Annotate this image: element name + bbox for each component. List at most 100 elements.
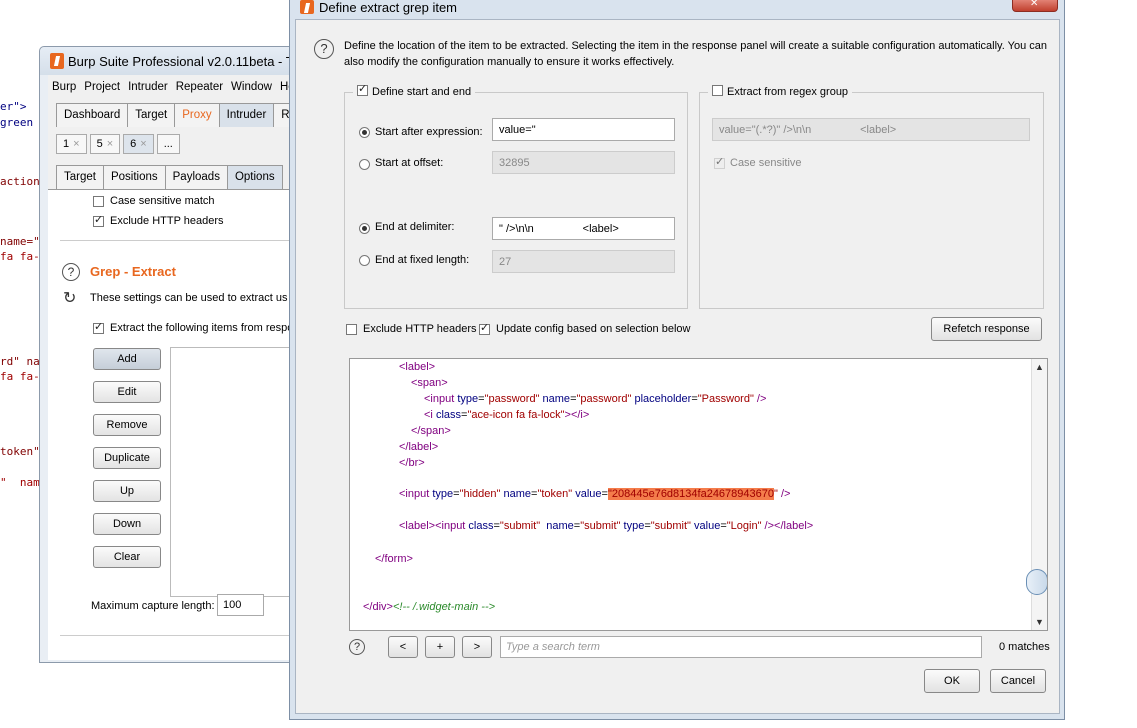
code-line: action [0,175,40,188]
start-offset-input[interactable]: 32895 [492,151,675,174]
search-add-button[interactable]: + [425,636,455,658]
menu-window[interactable]: Window [227,77,276,97]
regex-input[interactable]: value="(.*?)" />\n\n <label> [712,118,1030,141]
exclude-headers-checkbox[interactable] [93,213,104,227]
close-icon[interactable]: × [107,138,113,150]
start-offset-radio[interactable] [359,159,370,170]
selected-token[interactable]: "208445e76d8134fa24678943670 [607,488,774,500]
update-config-label: Update config based on selection below [496,323,691,335]
extract-items-label: Extract the following items from respo [110,322,294,334]
end-delimiter-radio[interactable] [359,223,370,234]
start-after-radio[interactable] [359,127,370,138]
vertical-scrollbar[interactable]: ▲ ▼ [1026,359,1047,630]
regex-case-sensitive-label: Case sensitive [730,157,802,169]
update-config-checkbox[interactable] [479,321,490,335]
code-line: </label> [399,441,439,453]
tab-target[interactable]: Target [127,103,176,127]
burp-logo-icon [50,53,64,69]
code-line: <label><input class="submit" name="submi… [399,520,814,532]
end-fixed-length-radio[interactable] [359,255,370,266]
tab-proxy[interactable]: Proxy [174,103,220,127]
code-line: </form> [375,553,413,565]
search-next-button[interactable]: > [462,636,492,658]
tab-options[interactable]: Options [226,165,283,189]
scroll-thumb[interactable] [1026,569,1047,595]
edit-button[interactable]: Edit [93,381,161,403]
menu-intruder[interactable]: Intruder [124,77,172,97]
menu-repeater[interactable]: Repeater [172,77,227,97]
remove-button[interactable]: Remove [93,414,161,436]
attack-tab[interactable]: 1 × [56,134,87,154]
search-prev-button[interactable]: < [388,636,418,658]
close-icon[interactable]: × [140,138,146,150]
dialog-exclude-headers-checkbox[interactable] [346,324,357,335]
define-start-end-label: Define start and end [372,86,472,98]
divider [60,635,292,636]
scroll-up-icon[interactable]: ▲ [1035,362,1044,372]
code-line: fa fa- [0,250,40,263]
dialog-titlebar[interactable]: Define extract grep item [290,0,1064,18]
up-button[interactable]: Up [93,480,161,502]
code-line: " nam [0,476,40,489]
help-icon[interactable]: ? [349,639,365,655]
tab-positions[interactable]: Positions [102,165,166,189]
code-line: fa fa- [0,370,40,383]
code-line: <input type="password" name="password" p… [424,393,767,405]
menu-project[interactable]: Project [80,77,124,97]
duplicate-button[interactable]: Duplicate [93,447,161,469]
tab-intruder[interactable]: Intruder [218,103,275,127]
scroll-down-icon[interactable]: ▼ [1035,617,1044,627]
search-match-count: 0 matches [999,641,1050,653]
new-attack-tab[interactable]: ... [156,134,180,154]
main-window-body: Burp Project Intruder Repeater Window He Dash… [48,75,304,660]
end-fixed-length-input[interactable]: 27 [492,250,675,273]
code-line: <label> [399,361,436,373]
refresh-icon: ↻ [63,290,77,307]
close-icon[interactable]: × [73,138,79,150]
divider [60,240,292,241]
code-line: <input type="hidden" name="token" value=… [399,488,791,500]
search-input[interactable]: Type a search term [500,636,982,658]
extract-grep-dialog: Define extract grep item ? Define the lo… [289,0,1065,720]
extract-items-list[interactable] [170,347,294,597]
burp-main-window[interactable]: Burp Suite Professional v2.0.11beta - T … [39,46,304,663]
regex-case-sensitive-checkbox[interactable] [714,155,725,169]
code-line: </br> [399,457,425,469]
tab-positions-target[interactable]: Target [56,165,104,189]
help-icon[interactable]: ? [62,263,80,281]
start-after-label: Start after expression: [375,126,483,138]
dialog-title: Define extract grep item [319,0,458,15]
regex-checkbox[interactable] [712,85,723,96]
down-button[interactable]: Down [93,513,161,535]
define-start-end-checkbox[interactable] [357,82,368,96]
start-after-input[interactable]: value=" [492,118,675,141]
attack-tab[interactable]: 6 × [123,134,154,154]
end-delimiter-input[interactable]: " />\n\n <label> [492,217,675,240]
menu-burp[interactable]: Burp [48,77,80,97]
cancel-button[interactable]: Cancel [990,669,1046,693]
refetch-response-button[interactable]: Refetch response [931,317,1042,341]
max-capture-input[interactable]: 100 [217,594,264,616]
help-icon[interactable]: ? [314,39,334,59]
ok-button[interactable]: OK [924,669,980,693]
case-sensitive-label: Case sensitive match [110,195,215,207]
attack-tab[interactable]: 5 × [89,134,121,154]
extract-items-checkbox[interactable] [93,320,104,334]
response-viewer[interactable]: <label> <span> <input type="password" na… [349,358,1048,631]
tab-dashboard[interactable]: Dashboard [56,103,129,127]
tab-payloads[interactable]: Payloads [164,165,228,189]
clear-button[interactable]: Clear [93,546,161,568]
sub-tab-bar: Target Positions Payloads Options [56,165,283,189]
main-window-titlebar[interactable]: Burp Suite Professional v2.0.11beta - T [40,47,300,75]
add-button[interactable]: Add [93,348,161,370]
code-line: green [0,116,34,129]
code-line: token" [0,445,40,458]
close-button[interactable] [1012,0,1058,12]
define-start-end-legend: Define start and end [353,82,476,98]
dialog-body: ? Define the location of the item to be … [295,19,1060,714]
attack-tab-bar: 1 × 5 × 6 ×... [56,134,183,158]
end-fixed-length-label: End at fixed length: [375,254,470,266]
max-capture-label: Maximum capture length: [91,600,215,612]
case-sensitive-checkbox[interactable] [93,196,104,207]
regex-legend: Extract from regex group [708,85,853,98]
